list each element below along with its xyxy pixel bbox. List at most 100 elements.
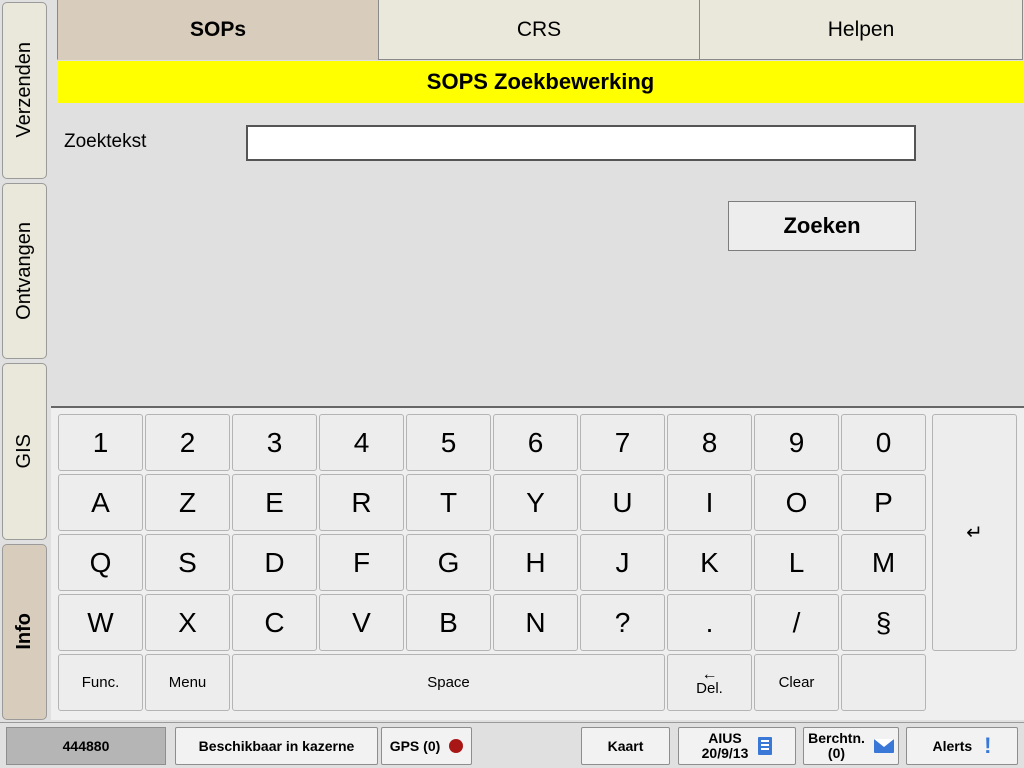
tab-label: CRS: [516, 17, 562, 41]
key-6[interactable]: 6: [493, 414, 578, 471]
sidebar-item-label: Verzenden: [13, 42, 35, 139]
key-func[interactable]: Func.: [58, 654, 143, 711]
key-a[interactable]: A: [58, 474, 143, 531]
key-h[interactable]: H: [493, 534, 578, 591]
key-label: W: [87, 606, 114, 638]
key-p[interactable]: P: [841, 474, 926, 531]
sidebar-item-info[interactable]: Info: [2, 543, 47, 720]
search-label: Zoektekst: [64, 131, 147, 152]
key-1[interactable]: 1: [58, 414, 143, 471]
key-label: 1: [92, 426, 109, 458]
key-label: N: [525, 606, 546, 638]
gps-status-dot-icon: [449, 739, 464, 753]
key-5[interactable]: 5: [406, 414, 491, 471]
status-map-button[interactable]: Kaart: [581, 727, 670, 765]
status-bar: 444880 Beschikbaar in kazerne GPS (0) Ka…: [0, 722, 1024, 768]
key-8[interactable]: 8: [667, 414, 752, 471]
key-7[interactable]: 7: [580, 414, 665, 471]
sidebar-item-verzenden[interactable]: Verzenden: [2, 2, 47, 179]
key-q[interactable]: Q: [58, 534, 143, 591]
tab-crs[interactable]: CRS: [378, 0, 700, 60]
key-label: Clear: [778, 674, 815, 691]
key-n[interactable]: N: [493, 594, 578, 651]
key-4[interactable]: 4: [319, 414, 404, 471]
key-label: K: [700, 546, 719, 578]
key-u[interactable]: U: [580, 474, 665, 531]
key-w[interactable]: W: [58, 594, 143, 651]
key-label: Del.: [696, 680, 723, 697]
availability-label: Beschikbaar in kazerne: [198, 738, 355, 754]
alert-exclamation-icon: !: [984, 733, 992, 758]
key-label: ?: [614, 606, 631, 638]
key-[interactable]: .: [667, 594, 752, 651]
search-input[interactable]: [246, 125, 916, 161]
key-b[interactable]: B: [406, 594, 491, 651]
page-title-banner: SOPS Zoekbewerking: [57, 61, 1024, 103]
key-j[interactable]: J: [580, 534, 665, 591]
page-title: SOPS Zoekbewerking: [426, 69, 655, 94]
status-messages-button[interactable]: Berchtn. (0): [803, 727, 899, 765]
tab-bar: SOPs CRS Helpen: [57, 0, 1024, 60]
key-menu[interactable]: Menu: [145, 654, 230, 711]
key-0[interactable]: 0: [841, 414, 926, 471]
tab-label: Helpen: [827, 17, 895, 41]
key-k[interactable]: K: [667, 534, 752, 591]
application-window: Verzenden Ontvangen GIS Info SOPs CRS He…: [0, 0, 1024, 768]
key-label: §: [875, 606, 892, 638]
messages-title: Berchtn.: [808, 730, 865, 747]
key-o[interactable]: O: [754, 474, 839, 531]
key-[interactable]: ?: [580, 594, 665, 651]
key-space[interactable]: Space: [232, 654, 665, 711]
key-label: L: [788, 546, 805, 578]
key-c[interactable]: C: [232, 594, 317, 651]
key-v[interactable]: V: [319, 594, 404, 651]
sidebar: Verzenden Ontvangen GIS Info: [0, 0, 50, 722]
key-z[interactable]: Z: [145, 474, 230, 531]
key-g[interactable]: G: [406, 534, 491, 591]
key-e[interactable]: E: [232, 474, 317, 531]
key-label: D: [264, 546, 285, 578]
alerts-label: Alerts: [932, 738, 973, 754]
key-y[interactable]: Y: [493, 474, 578, 531]
key-f[interactable]: F: [319, 534, 404, 591]
key-label: S: [178, 546, 197, 578]
key-label: 0: [875, 426, 892, 458]
key-label: F: [352, 546, 371, 578]
tab-helpen[interactable]: Helpen: [699, 0, 1023, 60]
key-label: 4: [353, 426, 370, 458]
status-alerts-button[interactable]: Alerts !: [906, 727, 1018, 765]
key-label: 5: [440, 426, 457, 458]
key-9[interactable]: 9: [754, 414, 839, 471]
key-2[interactable]: 2: [145, 414, 230, 471]
tab-sops[interactable]: SOPs: [57, 0, 379, 60]
key-blank[interactable]: [841, 654, 926, 711]
key-t[interactable]: T: [406, 474, 491, 531]
sidebar-item-gis[interactable]: GIS: [2, 363, 47, 540]
key-3[interactable]: 3: [232, 414, 317, 471]
key-delete[interactable]: ← Del.: [667, 654, 752, 711]
tab-label: SOPs: [189, 17, 247, 41]
status-gps-button[interactable]: GPS (0): [381, 727, 472, 765]
key-r[interactable]: R: [319, 474, 404, 531]
key-clear[interactable]: Clear: [754, 654, 839, 711]
key-x[interactable]: X: [145, 594, 230, 651]
key-d[interactable]: D: [232, 534, 317, 591]
key-label: O: [785, 486, 808, 518]
key-[interactable]: §: [841, 594, 926, 651]
status-availability-button[interactable]: Beschikbaar in kazerne: [175, 727, 378, 765]
key-label: 3: [266, 426, 283, 458]
key-enter[interactable]: ↵: [932, 414, 1017, 651]
key-s[interactable]: S: [145, 534, 230, 591]
key-[interactable]: /: [754, 594, 839, 651]
key-label: 8: [701, 426, 718, 458]
sidebar-item-ontvangen[interactable]: Ontvangen: [2, 182, 47, 359]
status-aius-button[interactable]: AIUS 20/9/13: [678, 727, 796, 765]
messages-count: (0): [827, 745, 846, 761]
sidebar-item-label: Info: [13, 613, 35, 651]
key-label: A: [91, 486, 110, 518]
key-m[interactable]: M: [841, 534, 926, 591]
key-label: Y: [526, 486, 545, 518]
search-button[interactable]: Zoeken: [728, 201, 916, 251]
key-l[interactable]: L: [754, 534, 839, 591]
key-i[interactable]: I: [667, 474, 752, 531]
